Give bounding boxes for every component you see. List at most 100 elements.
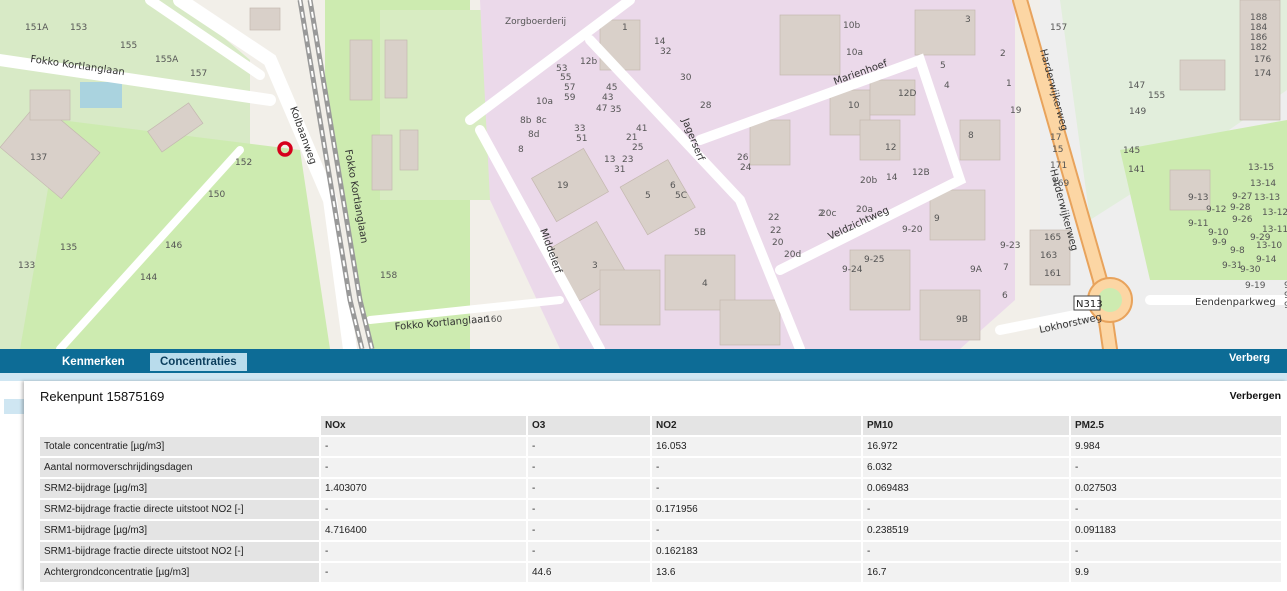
house-number-label: 9-11: [1188, 219, 1208, 229]
table-cell: -: [321, 458, 526, 477]
tab-subbar: [0, 373, 1287, 381]
house-number-label: 174: [1254, 69, 1271, 79]
table-cell: 16.053: [652, 437, 861, 456]
map-canvas[interactable]: Fokko Kortlanglaan Kolbaanweg Fokko Kort…: [0, 0, 1287, 349]
house-number-label: 147: [1128, 81, 1145, 91]
house-number-label: 26: [737, 153, 749, 163]
house-number-label: 51: [576, 134, 587, 144]
table-cell: 0.238519: [863, 521, 1069, 540]
table-cell: 16.972: [863, 437, 1069, 456]
row-label: SRM1-bijdrage fractie directe uitstoot N…: [40, 542, 319, 561]
house-number-label: 3: [965, 15, 971, 25]
table-cell: -: [321, 437, 526, 456]
house-number-label: 171: [1050, 161, 1067, 171]
house-number-label: 8: [518, 145, 524, 155]
row-label: SRM2-bijdrage [µg/m3]: [40, 479, 319, 498]
house-number-label: 169: [1052, 179, 1069, 189]
house-number-label: 153: [70, 23, 87, 33]
house-number-label: 9-23: [1000, 241, 1020, 251]
house-number-label: 19: [1010, 106, 1022, 116]
house-number-label: 20a: [856, 205, 873, 215]
tab-bar: Kenmerken Concentraties Verberg: [0, 349, 1287, 373]
house-number-label: 182: [1250, 43, 1267, 53]
house-number-label: 9-24: [842, 265, 863, 275]
house-number-label: 155: [120, 41, 137, 51]
house-number-label: 135: [60, 243, 77, 253]
table-cell: 9.9: [1071, 563, 1281, 582]
house-number-label: 186: [1250, 33, 1267, 43]
row-label: Aantal normoverschrijdingsdagen: [40, 458, 319, 477]
row-label: SRM1-bijdrage [µg/m3]: [40, 521, 319, 540]
map-view[interactable]: Fokko Kortlanglaan Kolbaanweg Fokko Kort…: [0, 0, 1287, 349]
table-cell: -: [528, 458, 650, 477]
house-number-label: 25: [632, 143, 643, 153]
table-cell: -: [863, 500, 1069, 519]
house-number-label: 2: [1000, 49, 1006, 59]
table-cell: 44.6: [528, 563, 650, 582]
table-row: SRM1-bijdrage [µg/m3] 4.716400- -0.238519 0…: [40, 521, 1281, 540]
table-cell: -: [528, 479, 650, 498]
table-cell: -: [528, 500, 650, 519]
house-number-label: 157: [190, 69, 207, 79]
hide-panel-button[interactable]: Verberg: [1229, 352, 1270, 364]
house-number-label: 1: [622, 23, 628, 33]
house-number-label: 22: [770, 226, 781, 236]
house-number-label: 41: [636, 124, 647, 134]
street-label: Eendenparkweg: [1195, 297, 1276, 308]
house-number-label: 5: [940, 61, 946, 71]
house-number-label: 13: [604, 155, 615, 165]
house-number-label: 9-19: [1245, 281, 1266, 291]
left-strip-tab: [4, 399, 24, 414]
house-number-label: 133: [18, 261, 35, 271]
table-cell: -: [1071, 458, 1281, 477]
house-number-label: 47: [596, 104, 607, 114]
table-cell: 9.984: [1071, 437, 1281, 456]
house-number-label: 10: [848, 101, 860, 111]
table-cell: -: [652, 458, 861, 477]
results-panel: Rekenpunt 15875169 Verbergen NOx O3 NO2 …: [24, 381, 1287, 591]
house-number-label: 9-14: [1256, 255, 1277, 265]
house-number-label: 10a: [846, 48, 863, 58]
hide-results-button[interactable]: Verbergen: [1230, 390, 1281, 402]
house-number-label: 188: [1250, 13, 1267, 23]
house-number-label: 57: [564, 83, 575, 93]
house-number-label: 9-30: [1240, 265, 1261, 275]
house-number-label: 144: [140, 273, 157, 283]
house-number-label: 141: [1128, 165, 1145, 175]
house-number-label: 10a: [536, 97, 553, 107]
house-number-label: 165: [1044, 233, 1061, 243]
house-number-label: 161: [1044, 269, 1061, 279]
house-number-label: 155A: [155, 55, 179, 65]
house-number-label: 4: [702, 279, 708, 289]
house-number-label: 13-15: [1248, 163, 1274, 173]
table-cell: -: [528, 542, 650, 561]
house-number-label: 9-25: [864, 255, 884, 265]
house-number-label: 9-8: [1230, 246, 1245, 256]
column-header: PM2.5: [1071, 416, 1281, 435]
house-number-label: 8b: [520, 116, 532, 126]
house-number-label: 22: [768, 213, 779, 223]
house-number-label: 176: [1254, 55, 1271, 65]
table-cell: -: [321, 500, 526, 519]
table-row: SRM2-bijdrage fractie directe uitstoot N…: [40, 500, 1281, 519]
table-row: Totale concentratie [µg/m3] - -16.053 16.97…: [40, 437, 1281, 456]
tab-concentraties[interactable]: Concentraties: [150, 353, 247, 371]
table-cell: 6.032: [863, 458, 1069, 477]
house-number-label: 17: [1050, 133, 1061, 143]
tab-kenmerken[interactable]: Kenmerken: [52, 353, 135, 371]
house-number-label: 9-12: [1206, 205, 1226, 215]
house-number-label: 149: [1129, 107, 1146, 117]
table-cell: 0.162183: [652, 542, 861, 561]
house-number-label: 13-12: [1262, 208, 1287, 218]
house-number-label: 145: [1123, 146, 1140, 156]
house-number-label: 30: [680, 73, 692, 83]
table-cell: 4.716400: [321, 521, 526, 540]
column-header: NOx: [321, 416, 526, 435]
house-number-label: 7: [1003, 263, 1009, 273]
table-cell: -: [652, 479, 861, 498]
house-number-label: 1: [1006, 79, 1012, 89]
table-cell: -: [321, 563, 526, 582]
house-number-label: 12: [885, 143, 896, 153]
house-number-label: 6: [1002, 291, 1008, 301]
house-number-label: 20c: [820, 209, 836, 219]
